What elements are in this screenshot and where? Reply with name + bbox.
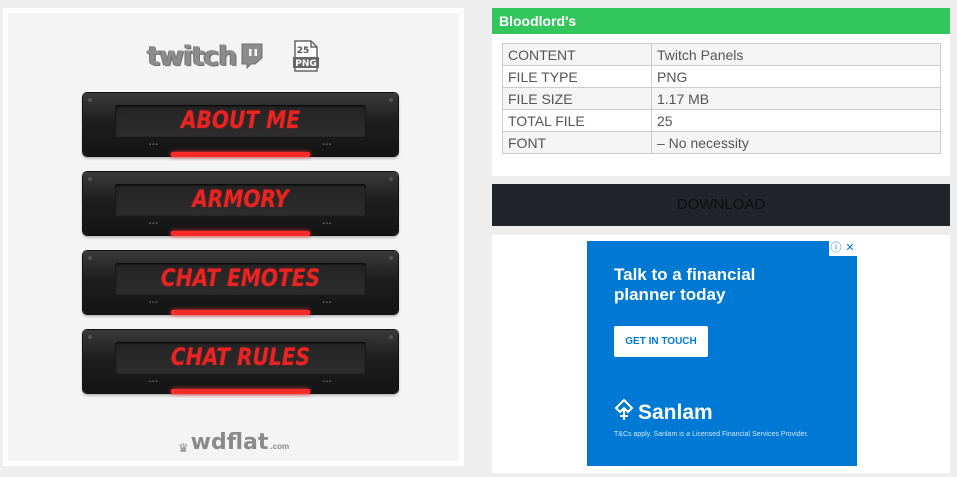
table-row: TOTAL FILE 25 [502,109,941,132]
ad-brand: Sanlam [614,398,713,426]
ad-container: ⓘ ✕ Talk to a financial planner today GE… [492,235,950,473]
table-row: FILE SIZE 1.17 MB [502,87,941,110]
png-badge-number: 25 [296,46,309,56]
row-key: FONT [502,131,652,154]
info-table: CONTENT Twitch Panels FILE TYPE PNG FILE… [502,43,941,154]
sanlam-ad[interactable]: ⓘ ✕ Talk to a financial planner today GE… [587,241,857,466]
close-icon[interactable]: ✕ [843,241,857,256]
download-button[interactable]: DOWNLOAD [492,184,950,226]
wdflat-watermark: ♛ wdflat .com [8,430,459,455]
row-value: – No necessity [651,131,941,154]
preview-image[interactable]: twitch 25 PNG ▪▪▪ ▪▪▪ ABOUT ME ▪▪▪ ▪▪▪ A… [8,13,459,461]
sanlam-logo-icon [614,398,634,426]
ad-brand-name: Sanlam [638,400,713,424]
png-badge-format: PNG [295,59,317,69]
ad-headline: Talk to a financial planner today [614,265,756,304]
panel-about-me: ▪▪▪ ▪▪▪ ABOUT ME [83,93,398,157]
panel-armory: ▪▪▪ ▪▪▪ ARMORY [83,172,398,236]
ad-choices[interactable]: ⓘ ✕ [829,241,857,256]
info-title: Bloodlord's [492,8,950,34]
panel-label: ABOUT ME [180,106,301,134]
brand-name: wdflat [190,430,269,455]
panel-chat-emotes: ▪▪▪ ▪▪▪ CHAT EMOTES [83,251,398,315]
brand-tld: .com [270,442,290,451]
row-key: CONTENT [502,43,652,66]
row-value: 25 [651,109,941,132]
row-value: 1.17 MB [651,87,941,110]
row-key: FILE TYPE [502,65,652,88]
ad-fine-print: T&Cs apply. Sanlam is a Licensed Financi… [614,431,809,438]
twitch-logo: twitch [147,41,263,72]
table-row: CONTENT Twitch Panels [502,43,941,66]
row-key: TOTAL FILE [502,109,652,132]
info-icon[interactable]: ⓘ [829,241,843,256]
twitch-glitch-icon [240,43,264,69]
table-row: FILE TYPE PNG [502,65,941,88]
panel-label: CHAT EMOTES [160,264,321,292]
info-card: Bloodlord's CONTENT Twitch Panels FILE T… [492,8,950,176]
preview-header: twitch 25 PNG [8,39,459,73]
row-key: FILE SIZE [502,87,652,110]
panel-chat-rules: ▪▪▪ ▪▪▪ CHAT RULES [83,330,398,394]
panel-label: ARMORY [192,185,289,213]
get-in-touch-button[interactable]: GET IN TOUCH [614,326,708,357]
panel-label: CHAT RULES [170,343,311,371]
png-file-icon: 25 PNG [292,40,320,72]
row-value: Twitch Panels [651,43,941,66]
twitch-logo-text: twitch [147,40,237,72]
row-value: PNG [651,65,941,88]
preview-card: twitch 25 PNG ▪▪▪ ▪▪▪ ABOUT ME ▪▪▪ ▪▪▪ A… [3,8,464,466]
table-row: FONT – No necessity [502,131,941,154]
crown-icon: ♛ [177,441,189,455]
